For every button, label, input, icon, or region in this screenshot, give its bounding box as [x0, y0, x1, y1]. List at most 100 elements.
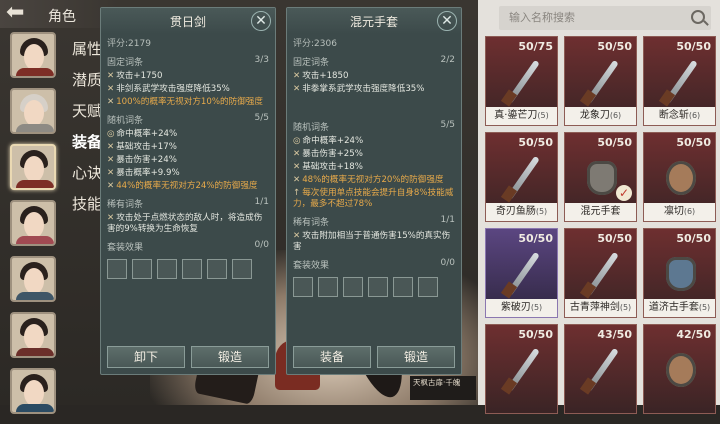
item-name: 奇刃鱼肠(5)	[486, 203, 557, 221]
item-count: 43/50	[597, 328, 632, 341]
stat-line: ✕ 基础攻击+18%	[293, 162, 363, 172]
search-icon[interactable]	[691, 10, 705, 24]
stat-line: ✕ 暴击伤害+25%	[293, 149, 363, 159]
set-slots	[101, 255, 275, 283]
inventory-item[interactable]: 50/50 断念斩(6)	[643, 36, 716, 126]
portrait-5[interactable]	[10, 256, 56, 302]
menu-item-talent[interactable]: 天赋	[72, 96, 102, 127]
portrait-3[interactable]	[10, 144, 56, 190]
item-name: 混元手套	[565, 203, 636, 221]
set-slots	[287, 273, 461, 301]
stat-line: ✕ 48%的概率无视对方20%的防御强度	[293, 175, 444, 185]
stat-line: ✕ 攻击处于点燃状态的敌人时，将造成伤害的9%转换为生命恢复	[107, 213, 263, 234]
item-name: 古青萍神剑(5)	[565, 299, 636, 317]
search-input[interactable]: 输入名称搜索	[499, 6, 711, 30]
character-menu: 属性 潜质 天赋 装备 心诀 技能	[72, 34, 102, 220]
item-title: 混元手套	[349, 14, 398, 29]
glove-icon	[654, 151, 708, 203]
set-header: 套装效果 0/0	[293, 258, 455, 271]
fixed-header: 固定词条 3/3	[107, 55, 269, 68]
portrait-7[interactable]	[10, 368, 56, 414]
panel-header: 混元手套 ✕	[287, 8, 461, 34]
inventory-item[interactable]: 50/50 奇刃鱼肠(5)	[485, 132, 558, 222]
portrait-2[interactable]	[10, 88, 56, 134]
stat-line: ✕ 暴击概率+9.9%	[107, 168, 180, 178]
item-name: 凛切(6)	[644, 203, 715, 221]
sword-icon	[496, 151, 550, 203]
glove-icon	[654, 247, 708, 299]
item-count: 50/50	[676, 136, 711, 149]
item-count: 50/50	[597, 40, 632, 53]
panel-header: 贯日剑 ✕	[101, 8, 275, 34]
inventory-item[interactable]: 50/50 凛切(6)	[643, 132, 716, 222]
portrait-4[interactable]	[10, 200, 56, 246]
score: 评分:2179	[107, 39, 151, 49]
score: 评分:2306	[293, 39, 337, 49]
stat-line: ◎ 命中概率+24%	[293, 136, 364, 146]
inventory-item[interactable]: 50/50 混元手套 ✓	[564, 132, 637, 222]
menu-item-attributes[interactable]: 属性	[72, 34, 102, 65]
inventory-item[interactable]: 50/50	[485, 324, 558, 414]
item-count: 50/50	[597, 232, 632, 245]
rare-header: 稀有词条 1/1	[293, 215, 455, 228]
item-count: 50/50	[676, 40, 711, 53]
item-count: 50/50	[518, 232, 553, 245]
stat-line: ✕ 44%的概率无视对方24%的防御强度	[107, 181, 258, 191]
item-name: 紫破刃(5)	[486, 299, 557, 317]
inventory-item[interactable]: 50/75 真·鎏芒刀(5)	[485, 36, 558, 126]
inventory-item[interactable]: 50/50 紫破刃(5)	[485, 228, 558, 318]
close-icon[interactable]: ✕	[437, 11, 457, 31]
fixed-header: 固定词条 2/2	[293, 55, 455, 68]
item-name: 断念斩(6)	[644, 107, 715, 125]
unequip-button[interactable]: 卸下	[107, 346, 185, 368]
stat-line: ✕ 基础攻击+17%	[107, 142, 177, 152]
item-count: 50/75	[518, 40, 553, 53]
item-count: 42/50	[676, 328, 711, 341]
equipped-check-icon: ✓	[616, 185, 632, 201]
back-arrow-icon[interactable]: ⬅	[6, 2, 42, 25]
stat-line: ✕ 攻击+1850	[293, 71, 349, 81]
inventory-item[interactable]: 43/50	[564, 324, 637, 414]
page-title: 角色	[48, 9, 76, 25]
forge-button[interactable]: 锻造	[191, 346, 269, 368]
item-count: 50/50	[676, 232, 711, 245]
stat-line: ↑ 每次使用单点技能会提升自身8%技能威力，最多不超过78%	[293, 188, 454, 209]
glove-icon	[654, 343, 708, 395]
sword-icon	[496, 55, 550, 107]
set-header: 套装效果 0/0	[107, 240, 269, 253]
equipped-item-panel: 贯日剑 ✕ 评分:2179 固定词条 3/3 ✕ 攻击+1750 ✕ 非剑系武学攻击强…	[100, 7, 276, 375]
sword-icon	[575, 247, 629, 299]
character-portrait-list	[10, 32, 58, 424]
inventory-item[interactable]: 50/50 古青萍神剑(5)	[564, 228, 637, 318]
stat-line: ✕ 非剑系武学攻击强度降低35%	[107, 84, 230, 94]
stat-line: ◎ 命中概率+24%	[107, 129, 178, 139]
inventory-item[interactable]: 50/50 道济古手套(5)	[643, 228, 716, 318]
rare-header: 稀有词条 1/1	[107, 197, 269, 210]
item-count: 50/50	[597, 136, 632, 149]
sword-icon	[575, 55, 629, 107]
forge-button[interactable]: 锻造	[377, 346, 455, 368]
random-header: 随机词条 5/5	[293, 120, 455, 133]
item-name: 龙象刀(6)	[565, 107, 636, 125]
random-header: 随机词条 5/5	[107, 113, 269, 126]
item-count: 50/50	[518, 328, 553, 341]
equip-button[interactable]: 装备	[293, 346, 371, 368]
portrait-6[interactable]	[10, 312, 56, 358]
menu-item-equipment[interactable]: 装备	[72, 127, 102, 158]
stat-line: ✕ 100%的概率无视对方10%的防御强度	[107, 97, 263, 107]
item-name: 道济古手套(5)	[644, 299, 715, 317]
menu-item-potential[interactable]: 潜质	[72, 65, 102, 96]
inventory-item[interactable]: 50/50 龙象刀(6)	[564, 36, 637, 126]
stat-line: ✕ 暴击伤害+24%	[107, 155, 177, 165]
menu-item-mindset[interactable]: 心诀	[72, 158, 102, 189]
menu-item-skills[interactable]: 技能	[72, 189, 102, 220]
artwork-caption: 天枫古扉·千魄	[410, 376, 476, 400]
stat-line: ✕ 攻击附加相当于普通伤害15%的真实伤害	[293, 231, 451, 252]
portrait-1[interactable]	[10, 32, 56, 78]
stat-line: ✕ 非拳掌系武学攻击强度降低35%	[293, 84, 425, 94]
close-icon[interactable]: ✕	[251, 11, 271, 31]
stat-line: ✕ 攻击+1750	[107, 71, 163, 81]
item-title: 贯日剑	[169, 14, 206, 29]
inventory-item[interactable]: 42/50	[643, 324, 716, 414]
sword-icon	[654, 55, 708, 107]
